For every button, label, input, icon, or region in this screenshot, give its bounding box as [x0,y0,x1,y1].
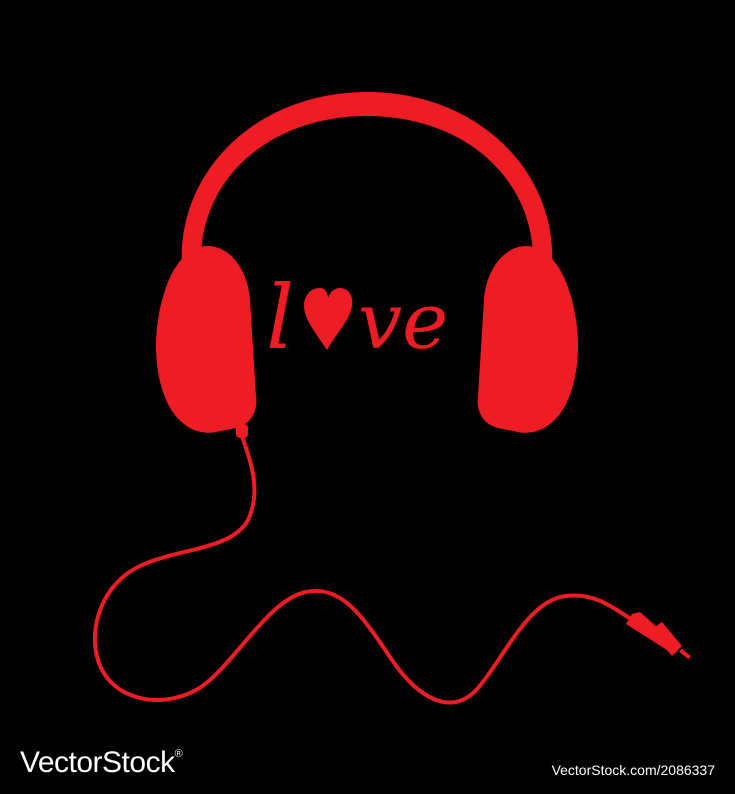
love-letters-ve: ve [358,277,448,367]
vectorstock-logo: VectorStock® [20,746,183,780]
image-credit: VectorStock.com/2086337 [551,762,715,778]
love-word: l ve [266,266,448,369]
registered-mark: ® [174,748,183,760]
love-letter-l: l [266,266,294,369]
logo-text: VectorStock [20,746,175,779]
background [0,0,735,794]
illustration-canvas: l ve [0,0,735,794]
